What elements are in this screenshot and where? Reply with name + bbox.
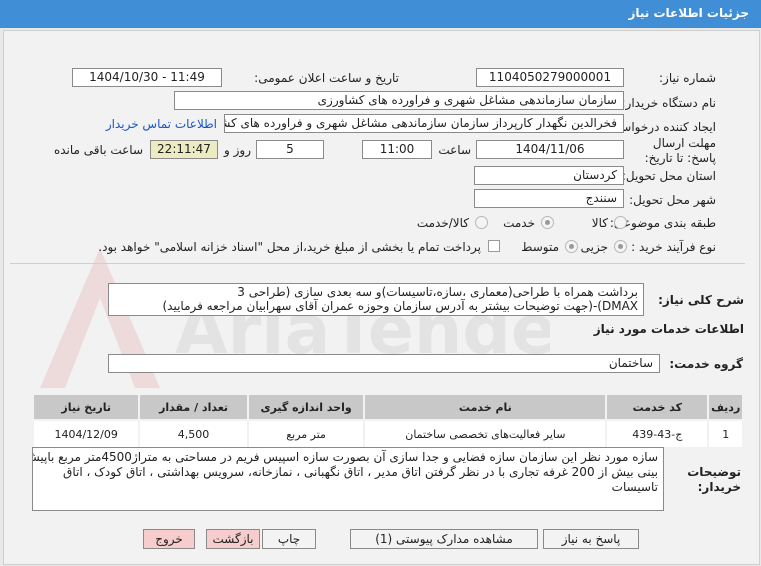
process-option-minor: جزیی bbox=[580, 240, 608, 254]
print-button[interactable]: چاپ bbox=[262, 529, 316, 549]
deadline-date-field: 1404/11/06 bbox=[476, 140, 624, 159]
category-option-service: خدمت bbox=[503, 216, 535, 230]
col-unit: واحد اندازه گیری bbox=[246, 393, 366, 421]
announce-date-field: 1404/10/30 - 11:49 bbox=[72, 68, 222, 87]
treasury-payment-note: پرداخت تمام یا بخشی از مبلغ خرید،از محل … bbox=[98, 240, 481, 254]
buyer-notes-label: توضیحات خریدار: bbox=[687, 465, 741, 494]
cell-unit: متر مربع bbox=[246, 419, 366, 449]
buyer-notes-textarea[interactable]: سازه مورد نظر این سازمان سازه فضایی و جد… bbox=[32, 447, 664, 511]
service-group-label: گروه خدمت: bbox=[669, 357, 743, 371]
need-number-label: شماره نیاز: bbox=[659, 71, 716, 85]
divider bbox=[10, 263, 745, 264]
remaining-time-label: ساعت باقی مانده bbox=[53, 143, 143, 157]
col-row: ردیف bbox=[707, 393, 744, 421]
buyer-notes-line-3: تاسیسات bbox=[611, 480, 658, 494]
category-radio-service[interactable] bbox=[541, 216, 554, 229]
category-radio-goods[interactable] bbox=[614, 216, 627, 229]
description-label: شرح کلی نیاز: bbox=[658, 293, 744, 307]
process-radio-medium[interactable] bbox=[565, 240, 578, 253]
cell-qty: 4,500 bbox=[138, 419, 249, 449]
buyer-notes-line-1: سازه مورد نظر این سازمان سازه فضایی و جد… bbox=[32, 450, 658, 464]
remaining-days-field: 5 bbox=[256, 140, 324, 159]
table-row: 1 ج-43-439 سایر فعالیت‌های تخصصی ساختمان… bbox=[31, 419, 744, 449]
province-label: استان محل تحویل: bbox=[621, 169, 716, 183]
remaining-time-field: 22:11:47 bbox=[150, 140, 218, 159]
city-field: سنندج bbox=[474, 189, 624, 208]
col-qty: تعداد / مقدار bbox=[138, 393, 249, 421]
city-label: شهر محل تحویل: bbox=[629, 193, 716, 207]
deadline-label: مهلت ارسال پاسخ: تا تاریخ: bbox=[644, 136, 716, 165]
province-field: کردستان bbox=[474, 166, 624, 185]
description-line-1: برداشت همراه با طراحی(معماری ،سازه،تاسیس… bbox=[237, 285, 638, 299]
cell-row: 1 bbox=[707, 419, 744, 449]
category-option-goods-service: کالا/خدمت bbox=[416, 216, 469, 230]
creator-field: فخرالدین نگهدار کارپرداز سازمان سازمانده… bbox=[224, 114, 624, 133]
col-name: نام خدمت bbox=[363, 393, 608, 421]
deadline-time-field: 11:00 bbox=[362, 140, 432, 159]
reply-button[interactable]: پاسخ به نیاز bbox=[543, 529, 639, 549]
window-title: جزئیات اطلاعات نیاز bbox=[628, 6, 749, 20]
exit-button[interactable]: خروج bbox=[143, 529, 195, 549]
back-button[interactable]: بازگشت bbox=[206, 529, 260, 549]
process-option-medium: متوسط bbox=[521, 240, 559, 254]
process-label: نوع فرآیند خرید : bbox=[631, 240, 716, 254]
treasury-checkbox[interactable] bbox=[488, 240, 500, 252]
description-textarea[interactable]: برداشت همراه با طراحی(معماری ،سازه،تاسیس… bbox=[108, 283, 644, 316]
buyer-org-field: سازمان سازماندهی مشاغل شهری و فراورده ها… bbox=[174, 91, 624, 110]
buyer-org-label: نام دستگاه خریدار: bbox=[621, 96, 717, 110]
category-option-goods: کالا bbox=[591, 216, 608, 230]
col-date: تاریخ نیاز bbox=[31, 393, 141, 421]
announce-date-label: تاریخ و ساعت اعلان عمومی: bbox=[254, 71, 399, 85]
col-code: کد خدمت bbox=[605, 393, 710, 421]
deadline-time-label: ساعت bbox=[438, 143, 471, 157]
description-line-2: DMAX)-(جهت توضیحات بیشتر به آدرس سازمان … bbox=[162, 299, 638, 313]
cell-date: 1404/12/09 bbox=[31, 419, 141, 449]
remaining-days-label: روز و bbox=[224, 143, 251, 157]
window-titlebar: جزئیات اطلاعات نیاز bbox=[0, 0, 761, 28]
cell-code: ج-43-439 bbox=[605, 419, 710, 449]
category-radio-goods-service[interactable] bbox=[475, 216, 488, 229]
cell-name: سایر فعالیت‌های تخصصی ساختمان bbox=[363, 419, 608, 449]
service-group-field: ساختمان bbox=[108, 354, 660, 373]
buyer-contact-link[interactable]: اطلاعات تماس خریدار bbox=[106, 117, 217, 131]
buyer-notes-line-2: بینی بیش از 200 غرفه تجاری با در نظر گرف… bbox=[63, 465, 658, 479]
services-table: ردیف کد خدمت نام خدمت واحد اندازه گیری ت… bbox=[31, 393, 744, 449]
process-radio-minor[interactable] bbox=[614, 240, 627, 253]
need-number-field: 1104050279000001 bbox=[476, 68, 624, 87]
services-section-title: اطلاعات خدمات مورد نیاز bbox=[593, 322, 744, 336]
attachments-button[interactable]: مشاهده مدارک پیوستی (1) bbox=[350, 529, 538, 549]
